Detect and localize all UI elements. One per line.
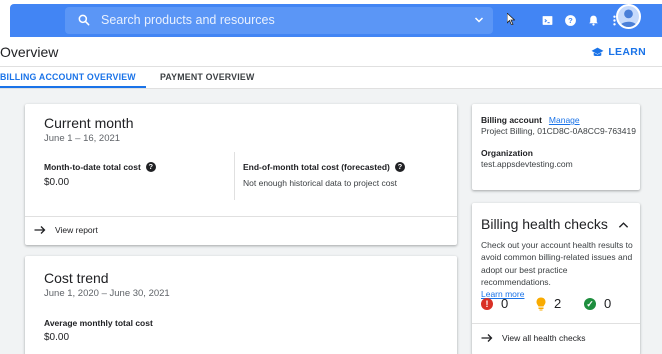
cloud-shell-icon[interactable] [541, 14, 554, 27]
chevron-down-icon[interactable] [473, 14, 485, 26]
mtd-cost-label: Month-to-date total cost? [44, 162, 156, 172]
billing-account-value: Project Billing, 01CD8C-0A8CC9-763419 [481, 126, 636, 136]
title-row: Overview LEARN [0, 37, 662, 67]
organization-value: test.appsdevtesting.com [481, 159, 573, 169]
view-report-link[interactable]: View report [34, 225, 98, 235]
avatar[interactable] [616, 4, 641, 29]
check-circle-icon: ✓ [584, 297, 596, 310]
cost-trend-date-range: June 1, 2020 – June 30, 2021 [44, 288, 170, 299]
passed-count-value: 0 [604, 296, 612, 311]
error-count: ! 0 [481, 296, 508, 311]
card-footer-divider [472, 323, 640, 324]
passed-count: ✓ 0 [584, 296, 611, 311]
current-month-date-range: June 1 – 16, 2021 [44, 133, 121, 144]
top-bar-background: Search products and resources ? [10, 4, 662, 37]
billing-account-label: Billing account Manage [481, 115, 580, 125]
help-icon[interactable]: ? [564, 14, 577, 27]
mtd-cost-value: $0.00 [44, 177, 70, 188]
view-all-health-checks-link[interactable]: View all health checks [481, 333, 585, 343]
school-icon [591, 47, 604, 56]
learn-button[interactable]: LEARN [591, 46, 646, 58]
mtd-cost-label-text: Month-to-date total cost [44, 162, 141, 172]
chevron-up-icon[interactable] [618, 221, 629, 229]
error-count-value: 0 [501, 296, 509, 311]
current-month-title: Current month [44, 115, 134, 131]
avg-cost-label: Average monthly total cost [44, 318, 153, 328]
notifications-icon[interactable] [587, 14, 600, 27]
billing-account-label-text: Billing account [481, 115, 542, 125]
tab-billing-account-overview[interactable]: BILLING ACCOUNT OVERVIEW [0, 72, 136, 82]
svg-text:?: ? [568, 16, 573, 25]
organization-label: Organization [481, 148, 533, 158]
search-box[interactable]: Search products and resources [65, 7, 493, 34]
lightbulb-icon [536, 297, 546, 310]
health-checks-description: Check out your account health results to… [481, 239, 636, 300]
view-report-label: View report [55, 225, 98, 235]
tab-payment-overview[interactable]: PAYMENT OVERVIEW [160, 72, 254, 82]
account-icon [619, 9, 638, 27]
view-all-label: View all health checks [502, 333, 586, 343]
health-checks-description-text: Check out your account health results to… [481, 240, 633, 287]
warning-count: 2 [536, 296, 561, 311]
active-tab-indicator [0, 86, 146, 88]
arrow-right-icon [481, 334, 493, 342]
learn-label: LEARN [608, 46, 646, 58]
mouse-cursor-icon [507, 13, 515, 25]
arrow-right-icon [34, 226, 46, 234]
cost-trend-title: Cost trend [44, 270, 109, 286]
eom-cost-label: End-of-month total cost (forecasted)? [243, 162, 405, 172]
eom-cost-label-text: End-of-month total cost (forecasted) [243, 162, 390, 172]
cost-trend-card: Cost trend June 1, 2020 – June 30, 2021 … [25, 256, 457, 354]
card-footer-divider [25, 216, 457, 217]
top-bar: Search products and resources ? [0, 0, 662, 37]
help-icon[interactable]: ? [394, 162, 405, 172]
eom-cost-value: Not enough historical data to project co… [243, 178, 398, 188]
help-icon[interactable]: ? [145, 162, 156, 172]
search-icon [78, 14, 90, 26]
billing-account-card: Billing account Manage Project Billing, … [472, 104, 640, 190]
billing-health-card: Billing health checks Check out your acc… [472, 203, 640, 354]
search-input[interactable]: Search products and resources [101, 13, 275, 27]
tab-bar: BILLING ACCOUNT OVERVIEW PAYMENT OVERVIE… [0, 67, 662, 89]
avg-cost-value: $0.00 [44, 332, 70, 343]
page-title: Overview [0, 44, 59, 60]
warning-count-value: 2 [554, 296, 562, 311]
current-month-card: Current month June 1 – 16, 2021 Month-to… [25, 104, 457, 245]
manage-link[interactable]: Manage [549, 115, 580, 125]
health-checks-title: Billing health checks [481, 216, 608, 232]
column-divider [234, 152, 235, 200]
error-icon: ! [481, 297, 493, 310]
